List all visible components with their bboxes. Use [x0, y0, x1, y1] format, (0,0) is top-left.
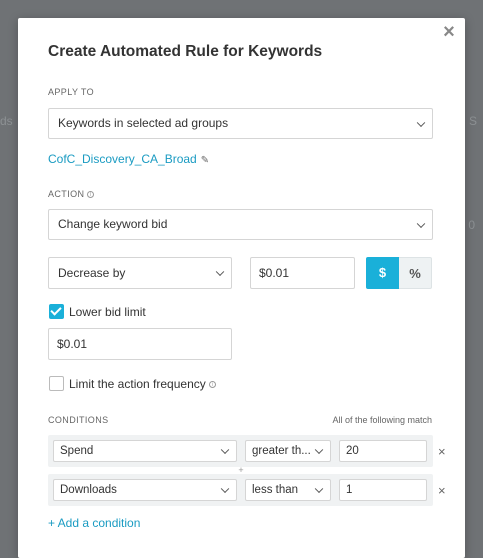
add-condition-link[interactable]: + Add a condition: [48, 516, 140, 530]
automated-rule-modal: × Create Automated Rule for Keywords APP…: [18, 18, 465, 558]
background-text-right: S: [468, 114, 477, 128]
lower-bid-limit-checkbox[interactable]: [49, 304, 64, 319]
condition-row: Spend greater th... 20: [48, 435, 433, 467]
condition-metric-value: Downloads: [60, 484, 117, 496]
background-text-right-2: 0: [468, 218, 475, 232]
condition-operator-select[interactable]: greater th...: [245, 440, 331, 462]
conditions-label: CONDITIONS: [48, 415, 109, 425]
condition-metric-select[interactable]: Spend: [53, 440, 237, 462]
condition-operator-select[interactable]: less than: [245, 479, 331, 501]
pencil-icon[interactable]: ✎: [201, 155, 209, 166]
action-select[interactable]: Change keyword bid: [48, 209, 433, 240]
match-rule-text: All of the following match: [332, 415, 432, 425]
chevron-down-icon: [416, 219, 426, 228]
action-value: Change keyword bid: [58, 217, 168, 231]
apply-to-value: Keywords in selected ad groups: [58, 116, 229, 130]
condition-value-input[interactable]: 20: [339, 440, 427, 462]
chevron-down-icon: [220, 484, 230, 494]
apply-to-select[interactable]: Keywords in selected ad groups: [48, 108, 433, 139]
direction-value: Decrease by: [58, 266, 126, 280]
condition-operator-value: greater th...: [252, 445, 311, 457]
condition-value-input[interactable]: 1: [339, 479, 427, 501]
condition-operator-value: less than: [252, 484, 299, 496]
chevron-down-icon: [314, 484, 324, 494]
chevron-down-icon: [215, 267, 225, 277]
limit-frequency-label: Limit the action frequency i: [69, 377, 216, 391]
action-label-text: ACTION: [48, 189, 85, 199]
limit-frequency-text: Limit the action frequency: [69, 377, 206, 391]
action-label: ACTION i: [48, 189, 95, 199]
info-icon[interactable]: i: [208, 381, 216, 389]
chevron-down-icon: [220, 445, 230, 455]
chevron-down-icon: [416, 118, 426, 127]
adgroup-link-label: CofC_Discovery_CA_Broad: [48, 152, 197, 166]
direction-select[interactable]: Decrease by: [48, 257, 232, 289]
remove-condition-icon[interactable]: ×: [438, 444, 446, 459]
background-text-left: ds: [0, 114, 13, 128]
adgroup-link[interactable]: CofC_Discovery_CA_Broad ✎: [48, 152, 209, 166]
apply-to-label: APPLY TO: [48, 87, 95, 97]
remove-condition-icon[interactable]: ×: [438, 483, 446, 498]
limit-frequency-checkbox[interactable]: [49, 376, 64, 391]
condition-metric-value: Spend: [60, 445, 94, 457]
condition-row: Downloads less than 1: [48, 474, 433, 506]
lower-bid-limit-input[interactable]: $0.01: [48, 328, 232, 360]
unit-dollar-button[interactable]: $: [366, 257, 399, 289]
close-icon[interactable]: ×: [439, 20, 459, 44]
modal-title: Create Automated Rule for Keywords: [48, 43, 323, 60]
unit-percent-button[interactable]: %: [399, 257, 432, 289]
chevron-down-icon: [314, 445, 324, 455]
lower-bid-limit-label: Lower bid limit: [69, 305, 146, 319]
condition-metric-select[interactable]: Downloads: [53, 479, 237, 501]
bid-amount-input[interactable]: $0.01: [250, 257, 355, 289]
info-icon[interactable]: i: [87, 191, 95, 199]
